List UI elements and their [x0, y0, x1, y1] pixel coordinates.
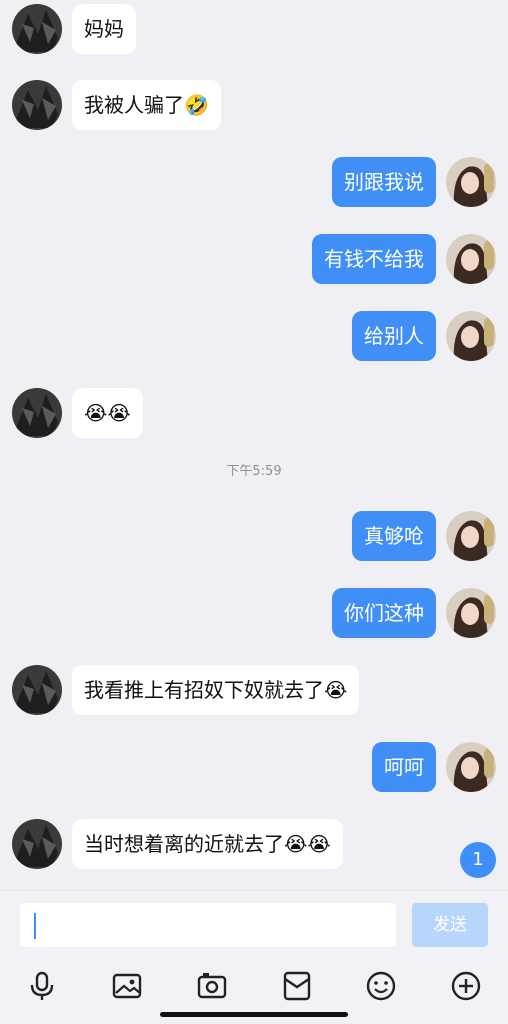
user-avatar-image — [446, 511, 496, 561]
user-avatar-image — [446, 588, 496, 638]
user-avatar[interactable] — [446, 234, 496, 284]
message-row: 别跟我说 — [0, 157, 508, 207]
message-input-bar: 发送 — [0, 890, 508, 956]
message-row: 我被人骗了🤣 — [0, 80, 508, 130]
contact-avatar-image — [12, 665, 62, 715]
microphone-icon — [30, 971, 54, 1000]
message-row: 当时想着离的近就去了😭😭 — [0, 819, 508, 869]
message-row: 妈妈 — [0, 4, 508, 54]
camera-button[interactable] — [190, 964, 234, 1008]
outgoing-message-bubble[interactable]: 呵呵 — [372, 742, 436, 792]
emoji-icon — [366, 971, 396, 1001]
incoming-message-bubble[interactable]: 妈妈 — [72, 4, 136, 54]
contact-avatar[interactable] — [12, 819, 62, 869]
outgoing-message-bubble[interactable]: 别跟我说 — [332, 157, 436, 207]
user-avatar[interactable] — [446, 511, 496, 561]
message-row: 有钱不给我 — [0, 234, 508, 284]
message-row: 给别人 — [0, 311, 508, 361]
user-avatar-image — [446, 234, 496, 284]
incoming-message-bubble[interactable]: 我看推上有招奴下奴就去了😭 — [72, 665, 360, 715]
chat-toolbar — [0, 956, 508, 1024]
message-row: 真够呛 — [0, 511, 508, 561]
voice-button[interactable] — [20, 964, 64, 1008]
user-avatar[interactable] — [446, 588, 496, 638]
message-input[interactable] — [20, 903, 396, 947]
camera-icon — [197, 973, 227, 999]
incoming-message-bubble[interactable]: 当时想着离的近就去了😭😭 — [72, 819, 343, 869]
outgoing-message-bubble[interactable]: 你们这种 — [332, 588, 436, 638]
outgoing-message-bubble[interactable]: 给别人 — [352, 311, 436, 361]
contact-avatar-image — [12, 819, 62, 869]
contact-avatar-image — [12, 80, 62, 130]
photo-button[interactable] — [105, 964, 149, 1008]
user-avatar-image — [446, 157, 496, 207]
outgoing-message-bubble[interactable]: 有钱不给我 — [312, 234, 436, 284]
image-icon — [112, 973, 142, 999]
timestamp-divider: 下午5:59 — [226, 464, 282, 479]
outgoing-message-bubble[interactable]: 真够呛 — [352, 511, 436, 561]
contact-avatar[interactable] — [12, 80, 62, 130]
inbox-icon — [283, 971, 311, 1001]
user-avatar-image — [446, 742, 496, 792]
send-button[interactable]: 发送 — [412, 903, 488, 947]
contact-avatar[interactable] — [12, 388, 62, 438]
text-cursor — [34, 913, 36, 939]
contact-avatar[interactable] — [12, 4, 62, 54]
incoming-message-bubble[interactable]: 😭😭 — [72, 388, 143, 438]
user-avatar[interactable] — [446, 742, 496, 792]
home-indicator — [160, 1012, 348, 1017]
message-row: 你们这种 — [0, 588, 508, 638]
user-avatar-image — [446, 311, 496, 361]
message-row: 😭😭 — [0, 388, 508, 438]
user-avatar[interactable] — [446, 157, 496, 207]
contact-avatar-image — [12, 4, 62, 54]
user-avatar[interactable] — [446, 311, 496, 361]
unread-count-badge[interactable]: 1 — [460, 842, 496, 878]
more-button[interactable] — [444, 964, 488, 1008]
incoming-message-bubble[interactable]: 我被人骗了🤣 — [72, 80, 221, 130]
contact-avatar[interactable] — [12, 665, 62, 715]
emoji-button[interactable] — [359, 964, 403, 1008]
contact-avatar-image — [12, 388, 62, 438]
message-row: 呵呵 — [0, 742, 508, 792]
message-row: 我看推上有招奴下奴就去了😭 — [0, 665, 508, 715]
red-packet-button[interactable] — [275, 964, 319, 1008]
plus-icon — [451, 971, 481, 1001]
